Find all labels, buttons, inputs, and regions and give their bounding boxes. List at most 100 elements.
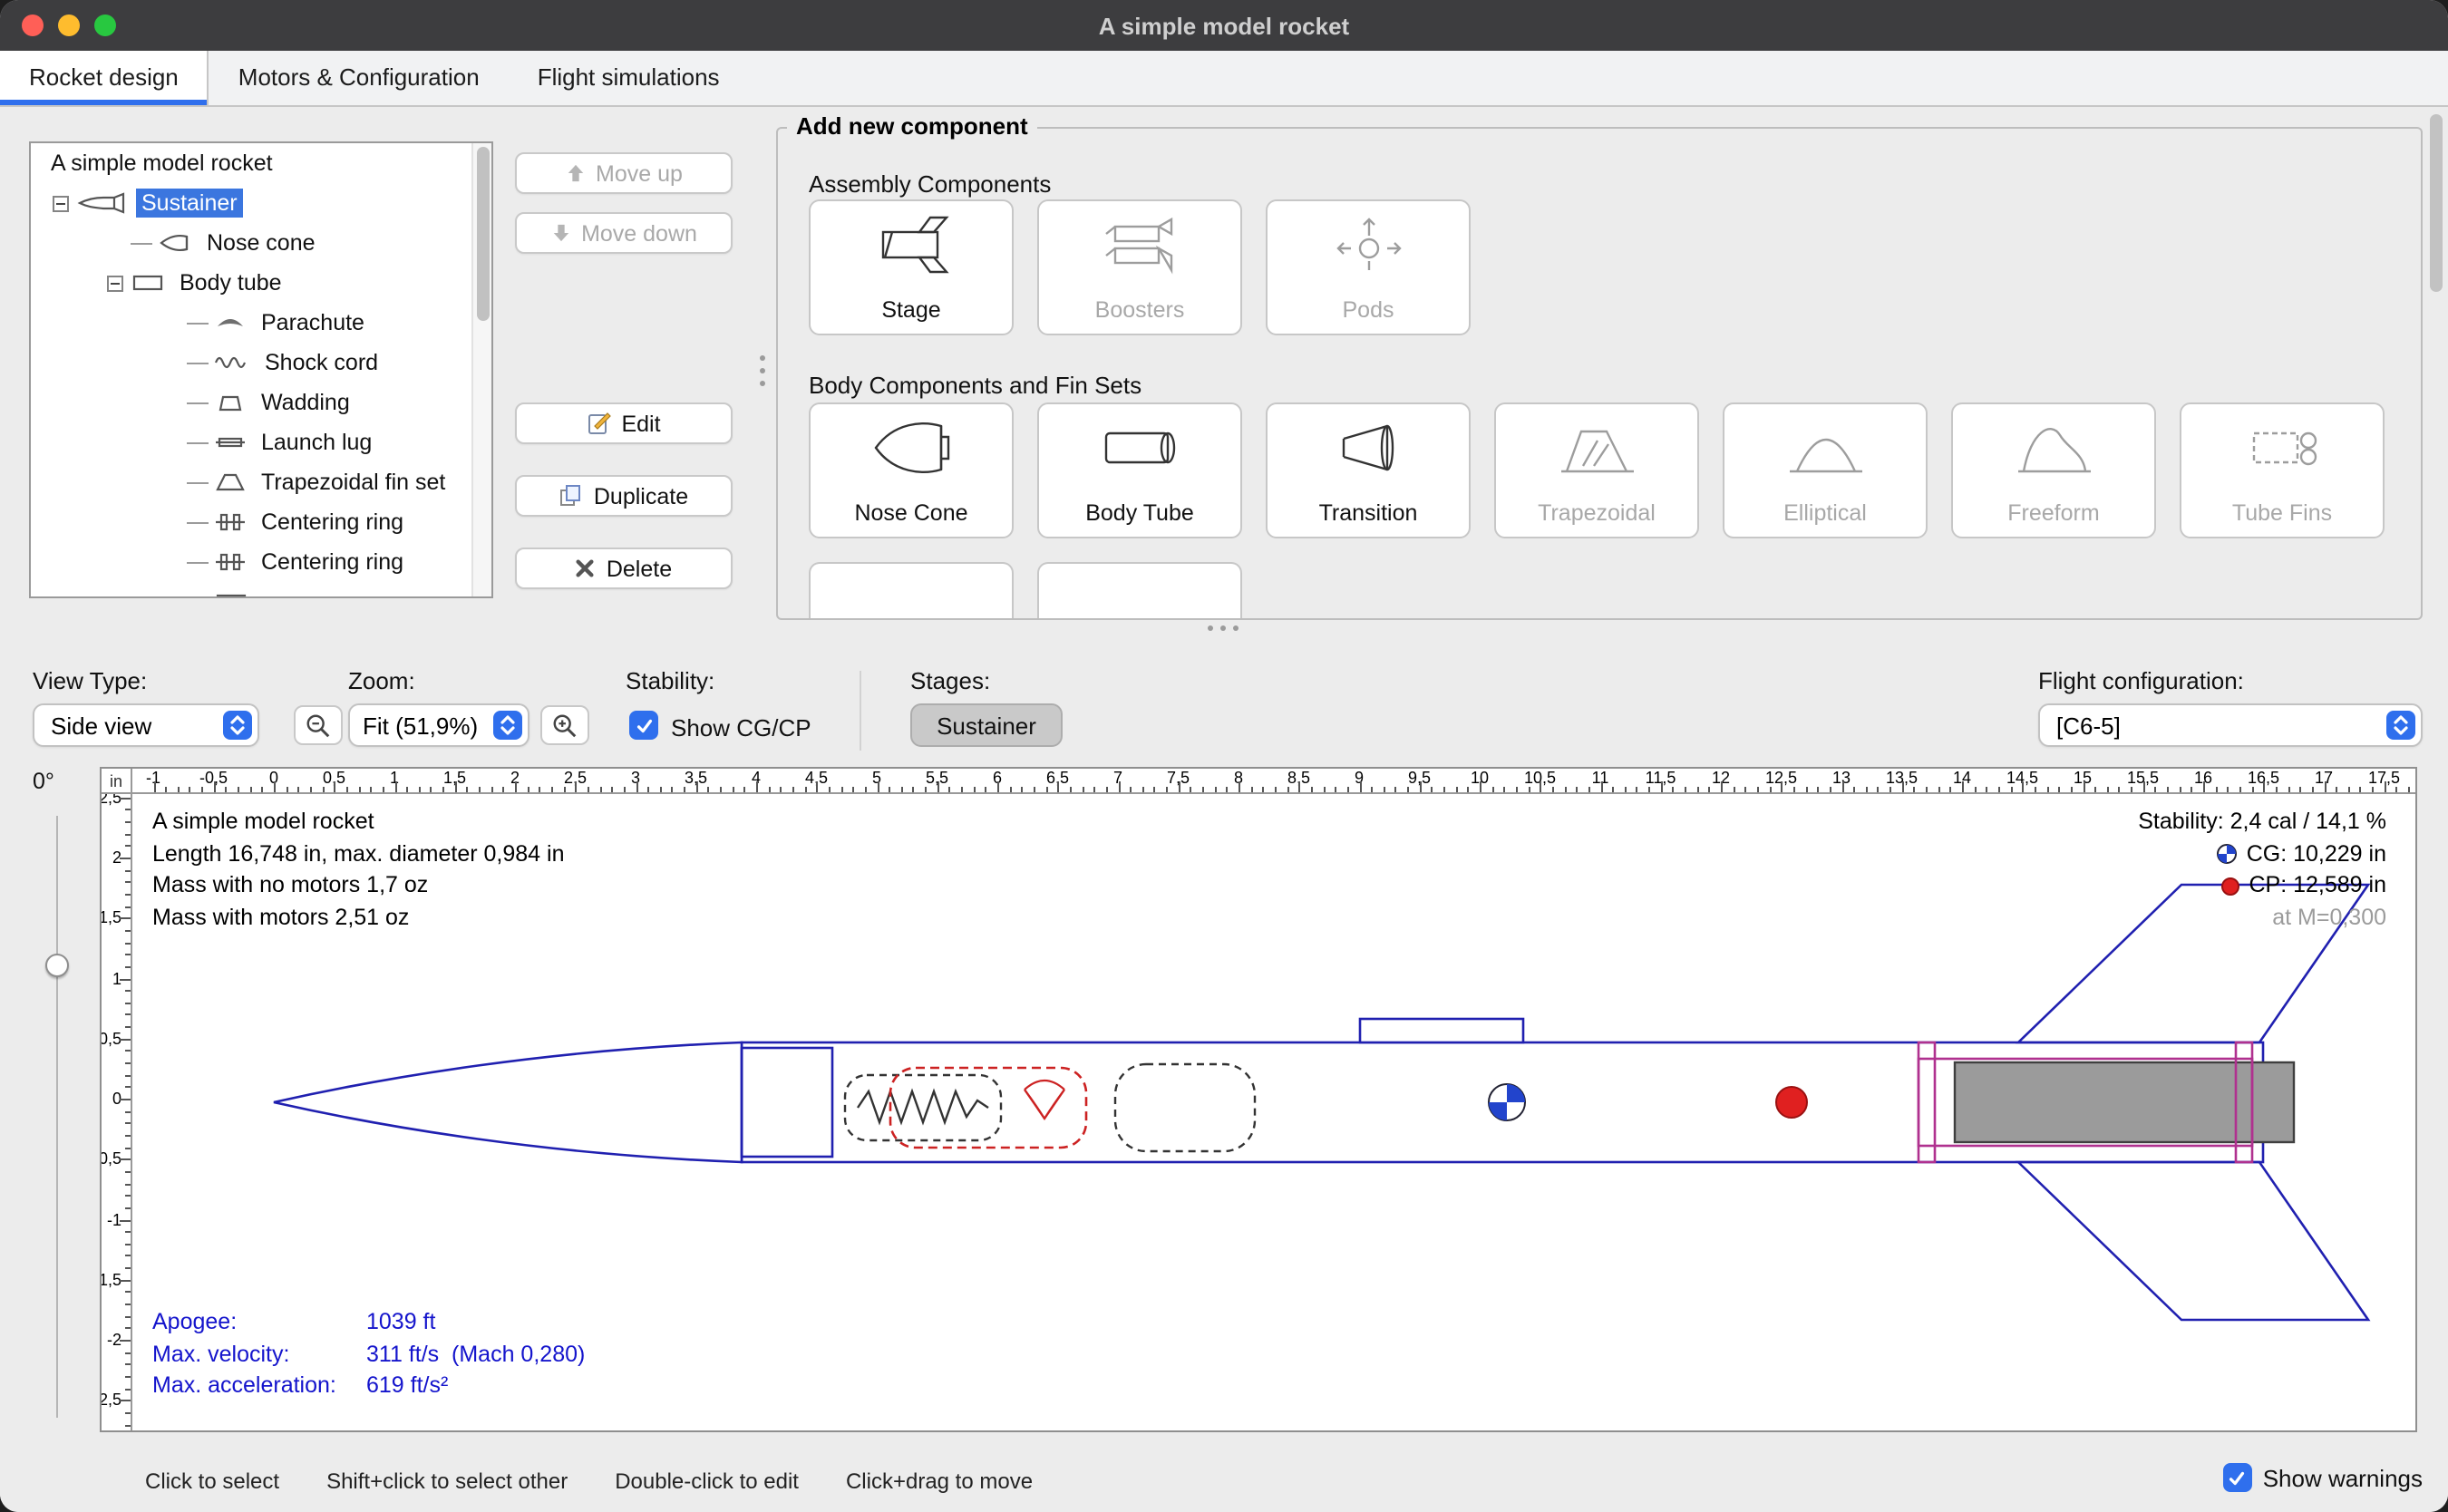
chevron-up-down-icon <box>2386 711 2415 740</box>
check-icon <box>2228 1468 2248 1488</box>
tree-row-parachute[interactable]: Parachute <box>31 303 491 343</box>
stage-toggle-sustainer[interactable]: Sustainer <box>910 703 1063 747</box>
tree-label-body-tube: Body tube <box>174 268 287 297</box>
move-down-button: Move down <box>515 212 733 254</box>
show-cgcp-label: Show CG/CP <box>671 714 811 741</box>
h-ruler: -1-0,500,511,522,533,544,555,566,577,588… <box>132 769 2415 794</box>
acceleration-row: Max. acceleration:619 ft/s² <box>152 1371 585 1402</box>
tree-guide-line <box>187 362 209 363</box>
elliptical-fin-icon <box>1724 404 1926 489</box>
delete-button[interactable]: Delete <box>515 548 733 589</box>
component-tree[interactable]: A simple model rocket Sustainer Nose con… <box>29 141 493 598</box>
card-label: Pods <box>1268 297 1469 323</box>
rocket-dimensions-text: Length 16,748 in, max. diameter 0,984 in <box>152 838 564 870</box>
v-ruler: 2,521,510,50-0,5-1-1,5-2-2,5 <box>102 794 132 1430</box>
zoom-in-button[interactable] <box>540 705 589 745</box>
body-tube-icon <box>131 272 165 294</box>
collapse-toggle-icon[interactable] <box>53 195 69 211</box>
card-label: Boosters <box>1039 297 1240 323</box>
component-card-partial <box>809 562 1014 618</box>
mass-with-motors-text: Mass with motors 2,51 oz <box>152 902 564 934</box>
tree-scrollbar-thumb[interactable] <box>477 147 490 321</box>
view-type-select[interactable]: Side view <box>33 703 259 747</box>
tree-row-body-tube[interactable]: Body tube <box>31 263 491 303</box>
mach-readout: at M=0,300 <box>2138 902 2386 934</box>
card-label: Elliptical <box>1724 500 1926 526</box>
chevron-up-down-icon <box>223 711 252 740</box>
card-label: Stage <box>811 297 1012 323</box>
rotation-slider[interactable] <box>56 816 58 1418</box>
stages-label: Stages: <box>910 667 990 694</box>
vertical-splitter-handle[interactable] <box>760 355 765 386</box>
panel-scrollbar-thumb[interactable] <box>2430 114 2443 292</box>
edit-button[interactable]: Edit <box>515 402 733 444</box>
hint-drag: Click+drag to move <box>846 1468 1033 1494</box>
tree-row-wadding[interactable]: Wadding <box>31 383 491 422</box>
group-label-assembly: Assembly Components <box>809 170 1051 198</box>
panel-scrollbar[interactable] <box>2430 114 2443 622</box>
wadding-icon <box>214 392 247 413</box>
status-hints: Click to select Shift+click to select ot… <box>145 1468 1033 1494</box>
component-card-nose-cone[interactable]: Nose Cone <box>809 402 1014 538</box>
tab-motors-configuration[interactable]: Motors & Configuration <box>209 51 509 105</box>
nose-cone-card-icon <box>811 404 1012 489</box>
tree-row-partial[interactable] <box>31 582 491 598</box>
tree-label-shock-cord: Shock cord <box>259 348 384 377</box>
tree-row-launch-lug[interactable]: Launch lug <box>31 422 491 462</box>
tab-flight-simulations[interactable]: Flight simulations <box>509 51 749 105</box>
cg-marker <box>1489 1084 1525 1120</box>
card-label: Transition <box>1268 500 1469 526</box>
zoom-select[interactable]: Fit (51,9%) <box>348 703 529 747</box>
card-label: Trapezoidal <box>1496 500 1697 526</box>
tree-label-centering-ring: Centering ring <box>256 508 409 537</box>
horizontal-splitter-handle[interactable] <box>1208 625 1239 631</box>
arrow-down-icon <box>550 223 570 243</box>
show-cgcp-checkbox[interactable] <box>629 711 658 740</box>
rocket-canvas[interactable]: in -1-0,500,511,522,533,544,555,566,577,… <box>100 767 2417 1432</box>
show-warnings-control: Show warnings <box>2223 1463 2423 1492</box>
flight-performance: Apogee:1039 ft Max. velocity:311 ft/s (M… <box>152 1307 585 1402</box>
view-type-label: View Type: <box>33 667 147 694</box>
apogee-row: Apogee:1039 ft <box>152 1307 585 1339</box>
tree-row-centering-ring-2[interactable]: Centering ring <box>31 542 491 582</box>
tube-fins-icon <box>2181 404 2383 489</box>
tab-rocket-design[interactable]: Rocket design <box>0 51 209 105</box>
tree-row-nose-cone[interactable]: Nose cone <box>31 223 491 263</box>
tree-row-shock-cord[interactable]: Shock cord <box>31 343 491 383</box>
cg-readout: CG: 10,229 in <box>2138 838 2386 870</box>
cp-readout: CP: 12,589 in <box>2138 870 2386 902</box>
zoom-out-button[interactable] <box>294 705 343 745</box>
shock-cord-icon <box>214 352 250 373</box>
zoom-window-button[interactable] <box>94 15 116 36</box>
show-warnings-checkbox[interactable] <box>2223 1463 2252 1492</box>
body-tube-card-icon <box>1039 404 1240 489</box>
check-icon <box>634 715 654 735</box>
tree-row-rocket[interactable]: A simple model rocket <box>31 143 491 183</box>
minimize-window-button[interactable] <box>58 15 80 36</box>
stage-icon <box>811 201 1012 286</box>
tree-row-sustainer[interactable]: Sustainer <box>31 183 491 223</box>
tree-label-nose-cone: Nose cone <box>201 228 321 257</box>
edit-label: Edit <box>621 411 660 436</box>
openrocket-window: A simple model rocket Rocket design Moto… <box>0 0 2448 1512</box>
tree-row-fin-set[interactable]: Trapezoidal fin set <box>31 462 491 502</box>
card-label: Tube Fins <box>2181 500 2383 526</box>
trapezoidal-fin-icon <box>1496 404 1697 489</box>
flight-config-select[interactable]: [C6-5] <box>2038 703 2423 747</box>
collapse-toggle-icon[interactable] <box>107 275 123 291</box>
tree-scrollbar[interactable] <box>471 143 491 596</box>
rocket-icon <box>76 192 127 214</box>
card-label: Freeform <box>1953 500 2154 526</box>
component-card-body-tube[interactable]: Body Tube <box>1037 402 1242 538</box>
titlebar[interactable]: A simple model rocket <box>0 0 2448 51</box>
component-card-stage[interactable]: Stage <box>809 199 1014 335</box>
close-window-button[interactable] <box>22 15 44 36</box>
tree-row-centering-ring-1[interactable]: Centering ring <box>31 502 491 542</box>
rotation-slider-knob[interactable] <box>45 954 69 977</box>
component-card-transition[interactable]: Transition <box>1266 402 1471 538</box>
tree-label-launch-lug: Launch lug <box>256 428 377 457</box>
duplicate-button[interactable]: Duplicate <box>515 475 733 517</box>
delete-x-icon <box>576 558 596 578</box>
duplicate-label: Duplicate <box>594 483 688 509</box>
move-down-label: Move down <box>581 220 697 246</box>
